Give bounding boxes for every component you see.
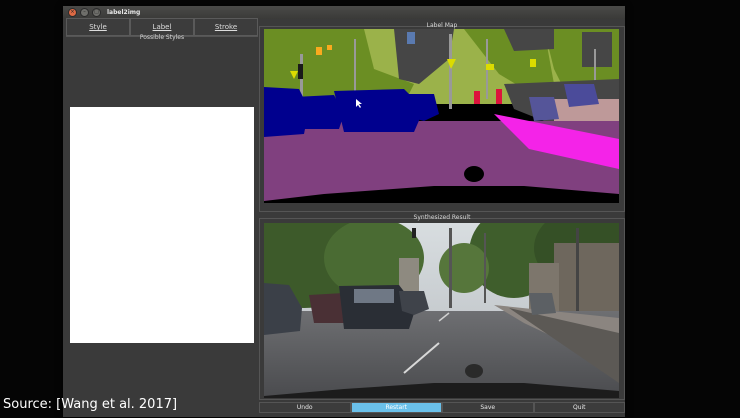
- traffic-light: [316, 47, 322, 55]
- synthesized-result-canvas: [264, 223, 619, 398]
- pole: [354, 39, 356, 99]
- bus: [564, 84, 599, 107]
- close-icon[interactable]: ×: [68, 8, 77, 17]
- window-title: label2img: [107, 9, 141, 16]
- label-map-title: Label Map: [426, 22, 458, 29]
- label-map-image: [264, 29, 619, 203]
- traffic-light: [298, 64, 303, 79]
- label-map-canvas[interactable]: [264, 29, 619, 203]
- traffic-sign: [486, 64, 494, 70]
- quit-button[interactable]: Quit: [533, 402, 625, 413]
- pole: [449, 34, 452, 109]
- person: [496, 89, 502, 104]
- sky-patch: [407, 32, 415, 44]
- action-bar: Undo Restart Save Quit: [259, 402, 625, 413]
- save-button[interactable]: Save: [442, 402, 534, 413]
- styles-panel-title: Possible Styles: [139, 34, 185, 41]
- building-far-right: [582, 32, 612, 67]
- undo-button[interactable]: Undo: [259, 402, 351, 413]
- person: [474, 91, 480, 104]
- synthesized-result-image: [264, 223, 619, 398]
- truck: [529, 97, 559, 121]
- restart-button[interactable]: Restart: [350, 402, 442, 413]
- traffic-sign: [530, 59, 536, 67]
- traffic-light: [327, 45, 332, 50]
- label2img-window: × – □ label2img Style Label Stroke Possi…: [63, 6, 625, 417]
- ego-mirror: [464, 166, 484, 182]
- source-caption: Source: [Wang et al. 2017]: [3, 397, 178, 412]
- style-preview-canvas[interactable]: [70, 107, 254, 343]
- synthesized-result-title: Synthesized Result: [413, 214, 471, 221]
- maximize-icon[interactable]: □: [92, 8, 101, 17]
- minimize-icon[interactable]: –: [80, 8, 89, 17]
